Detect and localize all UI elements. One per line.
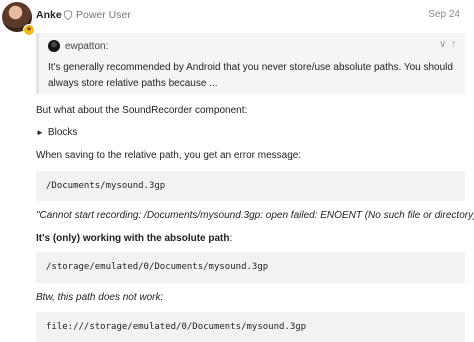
paragraph-bold: It's (only) working with the absolute pa…	[36, 233, 230, 244]
code-block: file:///storage/emulated/0/Documents/mys…	[36, 312, 465, 342]
quote-author: ewpatton:	[65, 41, 109, 52]
flair-badge-icon: ★	[23, 24, 35, 36]
code-block: /Documents/mysound.3gp	[36, 171, 465, 201]
quote-avatar[interactable]	[48, 40, 60, 52]
error-message: "Cannot start recording: /Documents/myso…	[36, 210, 474, 221]
paragraph: When saving to the relative path, you ge…	[36, 150, 302, 161]
paragraph: It's (only) working with the absolute pa…	[36, 233, 232, 244]
post-date[interactable]: Sep 24	[428, 9, 460, 20]
chevron-down-icon[interactable]: ∨	[439, 39, 446, 50]
avatar[interactable]: ★	[2, 2, 35, 36]
paragraph-tail: :	[229, 233, 233, 244]
code-text: /Documents/mysound.3gp	[46, 181, 166, 191]
code-text: /storage/emulated/0/Documents/mysound.3g…	[46, 262, 269, 272]
triangle-right-icon: ►	[36, 128, 44, 137]
quote-text: It's generally recommended by Android th…	[48, 62, 453, 89]
post-header: Anke Power User Sep 24	[36, 9, 466, 23]
username[interactable]: Anke	[36, 9, 62, 21]
user-title: Power User	[76, 9, 131, 21]
details-summary[interactable]: ► Blocks	[36, 127, 77, 138]
shield-icon	[64, 10, 72, 20]
paragraph: But what about the SoundRecorder compone…	[36, 105, 248, 116]
expand-icon[interactable]: ↑	[451, 39, 456, 50]
code-block: /storage/emulated/0/Documents/mysound.3g…	[36, 252, 465, 283]
quote-block: ewpatton: ∨ ↑ It's generally recommended…	[36, 33, 465, 94]
details-label: Blocks	[47, 127, 78, 138]
code-text: file:///storage/emulated/0/Documents/mys…	[46, 322, 307, 332]
paragraph: Btw, this path does not work:	[36, 292, 164, 303]
